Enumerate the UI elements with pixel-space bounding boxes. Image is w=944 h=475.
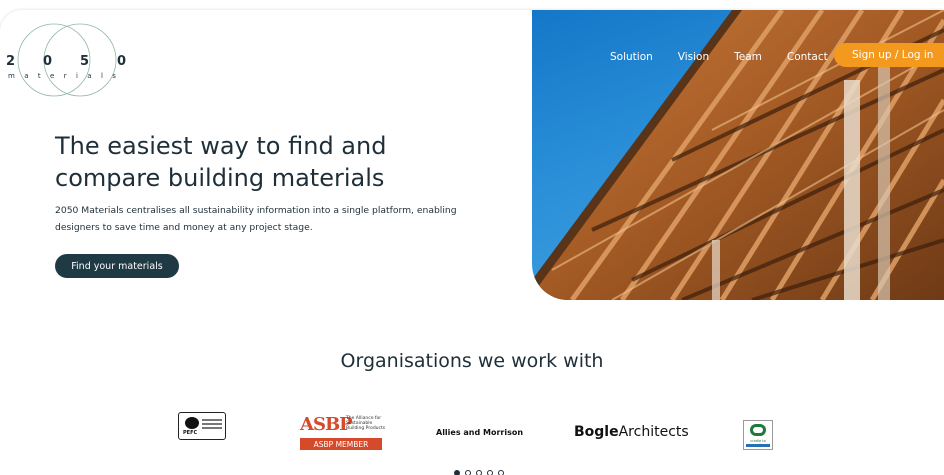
nav-link-contact[interactable]: Contact (787, 51, 828, 63)
logo-letter: t (37, 72, 41, 80)
c2c-loop-inner (753, 427, 763, 433)
carousel-dot[interactable] (465, 470, 471, 475)
logo-wordmark: m a t e r i a l s (8, 72, 116, 80)
logo-letter: a (24, 72, 29, 80)
bogle-rest: Architects (618, 424, 689, 440)
bogle-bold: Bogle (574, 424, 619, 440)
carousel-dot[interactable] (487, 470, 493, 475)
logo[interactable]: 2 0 5 0 m a t e r i a l s (2, 22, 132, 102)
page: 2 0 5 0 m a t e r i a l s Solution Visio… (0, 10, 944, 475)
logo-digit: 5 (79, 54, 90, 69)
allies-morrison-logo[interactable]: Allies and Morrison (436, 428, 523, 437)
logo-digit: 0 (116, 54, 126, 69)
pefc-label: PEFC (183, 430, 198, 436)
carousel-dot[interactable] (476, 470, 482, 475)
find-materials-button[interactable]: Find your materials (55, 254, 179, 278)
asbp-member-label: ASBP MEMBER (300, 438, 382, 450)
carousel-dot[interactable] (454, 470, 460, 475)
pefc-tree-icon (185, 417, 199, 429)
asbp-tagline: The Alliance for Sustainable Building Pr… (346, 416, 386, 431)
logo-letter: m (8, 72, 15, 80)
logo-letter: e (50, 72, 55, 80)
main-nav: Solution Vision Team Contact (610, 51, 853, 63)
c2c-band (746, 444, 770, 447)
signup-login-button[interactable]: Sign up / Log in (834, 43, 944, 67)
logo-letter: l (100, 72, 103, 80)
asbp-logo[interactable]: ASBP The Alliance for Sustainable Buildi… (298, 414, 386, 450)
pefc-logo[interactable]: PEFC (178, 412, 226, 440)
nav-link-vision[interactable]: Vision (678, 51, 709, 63)
logo-letter: s (112, 72, 116, 80)
hero-description-line2: designers to save time and money at any … (55, 222, 313, 233)
hero-title-line1: The easiest way to find and (55, 132, 387, 160)
logo-letter: i (75, 72, 78, 80)
orgs-title: Organisations we work with (340, 350, 604, 372)
asbp-mark: ASBP (300, 414, 353, 435)
logo-digits: 2 0 5 0 (6, 54, 126, 69)
bogle-architects-logo[interactable]: Bogle Architects (574, 424, 689, 440)
hero-title-line2: compare building materials (55, 164, 385, 192)
hero-description: 2050 Materials centralises all sustainab… (55, 202, 475, 236)
pefc-text-lines (202, 419, 222, 431)
nav-link-team[interactable]: Team (734, 51, 762, 63)
hero-description-line1: 2050 Materials centralises all sustainab… (55, 205, 457, 216)
carousel-dots (454, 470, 504, 475)
hero-title: The easiest way to find and compare build… (55, 130, 495, 194)
logo-digit: 0 (42, 54, 53, 69)
logo-letter: r (63, 72, 67, 80)
logo-letter: a (87, 72, 92, 80)
carousel-dot[interactable] (498, 470, 504, 475)
logo-digit: 2 (6, 54, 16, 69)
nav-link-solution[interactable]: Solution (610, 51, 653, 63)
cradle-to-cradle-logo[interactable]: cradle to cradle (743, 420, 773, 450)
